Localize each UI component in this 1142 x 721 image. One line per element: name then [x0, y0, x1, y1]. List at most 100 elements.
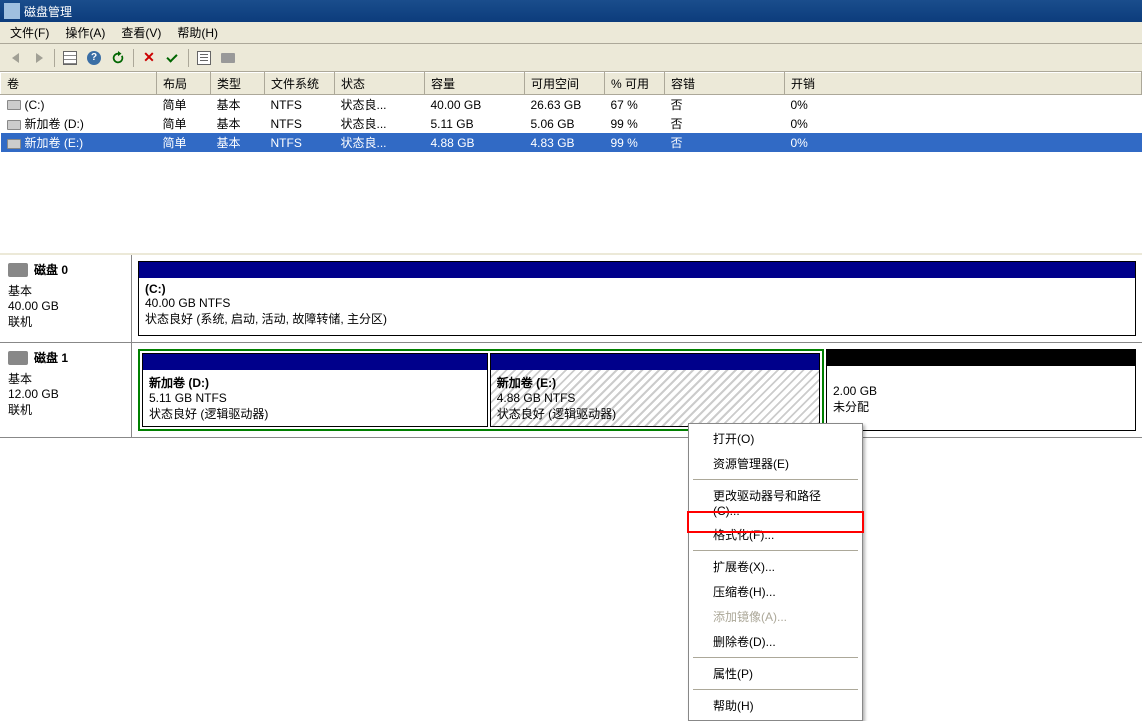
delete-button[interactable]: ✕: [138, 47, 160, 69]
disk-1-type: 基本: [8, 370, 123, 387]
back-button: [4, 47, 26, 69]
extended-partition: 新加卷 (D:) 5.11 GB NTFS 状态良好 (逻辑驱动器) 新加卷 (…: [138, 349, 824, 431]
table-cell: 简单: [157, 114, 211, 133]
table-cell: 否: [665, 114, 785, 133]
context-properties[interactable]: 属性(P): [691, 661, 860, 686]
view-button[interactable]: [59, 47, 81, 69]
col-overhead[interactable]: 开销: [785, 73, 1142, 95]
col-fault[interactable]: 容错: [665, 73, 785, 95]
separator: [54, 49, 55, 67]
table-cell: 0%: [785, 114, 1142, 133]
table-row[interactable]: (C:)简单基本NTFS状态良...40.00 GB26.63 GB67 %否0…: [1, 95, 1142, 115]
menu-view[interactable]: 查看(V): [113, 21, 169, 44]
disk-1-label[interactable]: 磁盘 1 基本 12.00 GB 联机: [0, 343, 132, 437]
context-menu: 打开(O) 资源管理器(E) 更改驱动器号和路径(C)... 格式化(F)...…: [688, 423, 863, 721]
partition-e-status: 状态良好 (逻辑驱动器): [497, 407, 616, 421]
col-capacity[interactable]: 容量: [425, 73, 525, 95]
menu-separator: [693, 657, 858, 658]
table-cell: 26.63 GB: [525, 95, 605, 115]
title-bar: 磁盘管理: [0, 0, 1142, 22]
col-fs[interactable]: 文件系统: [265, 73, 335, 95]
unalloc-status: 未分配: [833, 400, 869, 414]
separator: [133, 49, 134, 67]
col-layout[interactable]: 布局: [157, 73, 211, 95]
disk-1-title: 磁盘 1: [34, 349, 68, 366]
disk-1-partitions: 新加卷 (D:) 5.11 GB NTFS 状态良好 (逻辑驱动器) 新加卷 (…: [132, 343, 1142, 437]
app-icon: [4, 3, 20, 19]
table-cell: 状态良...: [335, 114, 425, 133]
arrow-left-icon: [12, 53, 19, 63]
menu-file[interactable]: 文件(F): [2, 21, 57, 44]
table-cell: 新加卷 (E:): [1, 133, 157, 152]
partition-e[interactable]: 新加卷 (E:) 4.88 GB NTFS 状态良好 (逻辑驱动器): [490, 353, 820, 427]
partition-header: [491, 354, 819, 370]
context-change-letter[interactable]: 更改驱动器号和路径(C)...: [691, 483, 860, 522]
disk-0-size: 40.00 GB: [8, 299, 123, 313]
context-help[interactable]: 帮助(H): [691, 693, 860, 718]
partition-d-title: 新加卷 (D:): [149, 376, 209, 390]
menu-separator: [693, 550, 858, 551]
disk-icon: [8, 351, 28, 365]
table-cell: 67 %: [605, 95, 665, 115]
partition-c[interactable]: (C:) 40.00 GB NTFS 状态良好 (系统, 启动, 活动, 故障转…: [138, 261, 1136, 336]
drive-icon: [7, 139, 21, 149]
table-cell: NTFS: [265, 114, 335, 133]
col-volume[interactable]: 卷: [1, 73, 157, 95]
context-delete[interactable]: 删除卷(D)...: [691, 629, 860, 654]
partition-e-title: 新加卷 (E:): [497, 376, 556, 390]
partition-d-status: 状态良好 (逻辑驱动器): [149, 407, 268, 421]
table-cell: 99 %: [605, 133, 665, 152]
context-open[interactable]: 打开(O): [691, 426, 860, 451]
col-free[interactable]: 可用空间: [525, 73, 605, 95]
col-type[interactable]: 类型: [211, 73, 265, 95]
disk-0-title: 磁盘 0: [34, 261, 68, 278]
disk-row-0: 磁盘 0 基本 40.00 GB 联机 (C:) 40.00 GB NTFS 状…: [0, 255, 1142, 343]
table-cell: 基本: [211, 133, 265, 152]
toolbar: ? ✕: [0, 44, 1142, 72]
unalloc-size: 2.00 GB: [833, 384, 877, 398]
context-shrink[interactable]: 压缩卷(H)...: [691, 579, 860, 604]
partition-c-title: (C:): [145, 282, 166, 296]
disk-0-partitions: (C:) 40.00 GB NTFS 状态良好 (系统, 启动, 活动, 故障转…: [132, 255, 1142, 342]
table-cell: 基本: [211, 95, 265, 115]
disk-1-state: 联机: [8, 401, 123, 418]
help-button[interactable]: ?: [83, 47, 105, 69]
properties-button[interactable]: [162, 47, 184, 69]
table-cell: 简单: [157, 95, 211, 115]
table-cell: 状态良...: [335, 95, 425, 115]
table-cell: 新加卷 (D:): [1, 114, 157, 133]
disk-icon: [8, 263, 28, 277]
table-cell: NTFS: [265, 95, 335, 115]
table-cell: 否: [665, 133, 785, 152]
table-cell: 否: [665, 95, 785, 115]
partition-header: [139, 262, 1135, 278]
menu-action[interactable]: 操作(A): [57, 21, 113, 44]
disk-row-1: 磁盘 1 基本 12.00 GB 联机 新加卷 (D:) 5.11 GB NTF…: [0, 343, 1142, 438]
drive-icon: [7, 100, 21, 110]
col-status[interactable]: 状态: [335, 73, 425, 95]
disk-0-label[interactable]: 磁盘 0 基本 40.00 GB 联机: [0, 255, 132, 342]
volume-table: 卷 布局 类型 文件系统 状态 容量 可用空间 % 可用 容错 开销 (C:)简…: [0, 72, 1142, 152]
menu-separator: [693, 479, 858, 480]
context-format[interactable]: 格式化(F)...: [691, 522, 860, 547]
table-row[interactable]: 新加卷 (E:)简单基本NTFS状态良...4.88 GB4.83 GB99 %…: [1, 133, 1142, 152]
partition-d[interactable]: 新加卷 (D:) 5.11 GB NTFS 状态良好 (逻辑驱动器): [142, 353, 488, 427]
table-cell: 99 %: [605, 114, 665, 133]
table-row[interactable]: 新加卷 (D:)简单基本NTFS状态良...5.11 GB5.06 GB99 %…: [1, 114, 1142, 133]
disk-view-button[interactable]: [217, 47, 239, 69]
table-cell: NTFS: [265, 133, 335, 152]
list-button[interactable]: [193, 47, 215, 69]
col-pct[interactable]: % 可用: [605, 73, 665, 95]
unallocated-space[interactable]: 2.00 GB 未分配: [826, 349, 1136, 431]
disk-icon: [221, 53, 235, 63]
menu-help[interactable]: 帮助(H): [169, 21, 226, 44]
table-cell: 基本: [211, 114, 265, 133]
context-explorer[interactable]: 资源管理器(E): [691, 451, 860, 476]
refresh-icon: [111, 51, 125, 65]
table-cell: 0%: [785, 95, 1142, 115]
disk-0-state: 联机: [8, 313, 123, 330]
table-cell: 简单: [157, 133, 211, 152]
disk-graphical-pane: 磁盘 0 基本 40.00 GB 联机 (C:) 40.00 GB NTFS 状…: [0, 255, 1142, 659]
context-extend[interactable]: 扩展卷(X)...: [691, 554, 860, 579]
refresh-button[interactable]: [107, 47, 129, 69]
